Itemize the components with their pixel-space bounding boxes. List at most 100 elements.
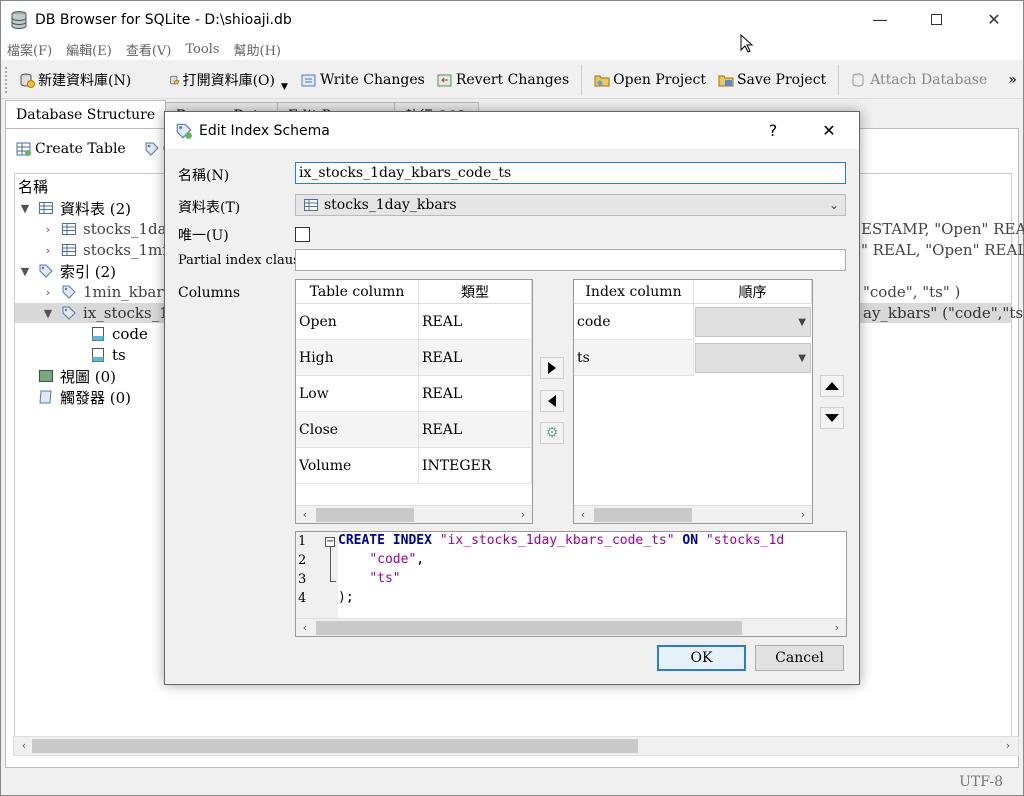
partial-index-input[interactable] — [295, 249, 846, 271]
menu-file[interactable]: 檔案(F) — [7, 40, 52, 59]
revert-changes-button[interactable]: Revert Changes — [431, 65, 575, 95]
table-column-cell[interactable]: Low — [296, 376, 419, 412]
write-changes-button[interactable]: Write Changes — [295, 65, 431, 95]
minimize-button[interactable]: — — [857, 1, 903, 38]
table-icon — [39, 202, 53, 214]
order-select[interactable]: ▼ — [695, 343, 811, 373]
table-column-header[interactable]: Table column — [296, 280, 419, 304]
create-index-icon — [145, 142, 159, 156]
tree-horizontal-scrollbar[interactable]: ‹ › — [13, 736, 1019, 756]
sql-punctuation: ); — [338, 590, 354, 605]
type-cell[interactable]: REAL — [419, 304, 532, 340]
encoding-status: UTF-8 — [959, 774, 1003, 790]
menu-tools[interactable]: Tools — [185, 42, 219, 57]
status-bar: UTF-8 — [1, 769, 1023, 795]
open-project-button[interactable]: Open Project — [588, 65, 712, 95]
index-columns-scrollbar[interactable]: ‹ › — [574, 505, 812, 523]
attach-database-button[interactable]: Attach Database — [845, 65, 993, 95]
scroll-right-icon[interactable]: › — [829, 620, 845, 636]
index-name-input[interactable]: ix_stocks_1day_kbars_code_ts — [295, 162, 846, 184]
type-cell[interactable]: REAL — [419, 412, 532, 448]
move-up-button[interactable] — [820, 375, 844, 397]
table-column-cell[interactable]: Close — [296, 412, 419, 448]
tree-item-field-label: ts — [112, 346, 126, 364]
sql-keyword: INDEX — [392, 533, 432, 548]
chevron-down-icon[interactable]: ▼ — [41, 307, 55, 320]
scroll-left-icon[interactable]: ‹ — [16, 738, 32, 754]
tree-group-tables-label: 資料表 (2) — [60, 199, 132, 218]
cancel-button[interactable]: Cancel — [755, 645, 844, 671]
order-select[interactable]: ▼ — [695, 307, 811, 337]
scroll-right-icon[interactable]: › — [515, 507, 531, 523]
remove-column-button[interactable] — [540, 390, 564, 412]
create-table-label: Create Table — [35, 141, 126, 157]
mouse-cursor-icon — [740, 34, 754, 53]
chevron-down-icon: ⌄ — [828, 198, 839, 212]
scroll-left-icon[interactable]: ‹ — [297, 620, 313, 636]
revert-changes-label: Revert Changes — [455, 71, 570, 88]
line-number: 2 — [298, 553, 307, 568]
chevron-right-icon[interactable]: › — [41, 286, 55, 299]
ok-button[interactable]: OK — [657, 645, 746, 671]
maximize-button[interactable] — [913, 1, 959, 38]
sql-keyword: ON — [682, 533, 699, 548]
table-select[interactable]: stocks_1day_kbars ⌄ — [295, 194, 846, 216]
order-header[interactable]: 順序 — [694, 280, 812, 304]
scrollbar-thumb[interactable] — [316, 621, 742, 635]
index-name-value: ix_stocks_1day_kbars_code_ts — [299, 165, 512, 181]
open-database-dropdown[interactable]: ▼ — [281, 82, 295, 92]
save-project-button[interactable]: Save Project — [712, 65, 832, 95]
create-table-button[interactable]: Create Table — [14, 134, 128, 164]
tab-database-structure[interactable]: Database Structure — [5, 100, 167, 128]
add-expression-button[interactable]: ⚙ — [540, 422, 564, 444]
toolbar-overflow-button[interactable]: » — [1002, 65, 1023, 95]
sql-line-4: ); — [338, 590, 354, 605]
open-database-button[interactable]: 打開資料庫(O) — [163, 65, 281, 95]
dialog-close-button[interactable]: ✕ — [807, 112, 851, 149]
database-icon — [11, 10, 27, 29]
table-column-cell[interactable]: High — [296, 340, 419, 376]
unique-checkbox[interactable] — [295, 227, 310, 242]
chevron-down-icon[interactable]: ▼ — [18, 265, 32, 278]
type-cell[interactable]: INTEGER — [419, 448, 532, 484]
menu-help[interactable]: 幫助(H) — [234, 40, 281, 59]
index-column-cell[interactable]: ts — [574, 340, 694, 376]
scroll-right-icon[interactable]: › — [795, 507, 811, 523]
scroll-left-icon[interactable]: ‹ — [575, 507, 591, 523]
menu-edit[interactable]: 編輯(E) — [66, 40, 112, 59]
chevron-down-icon[interactable]: ▼ — [18, 202, 32, 215]
arrow-down-icon — [825, 414, 839, 422]
scrollbar-thumb[interactable] — [32, 739, 638, 753]
new-database-button[interactable]: 新建資料庫(N) — [13, 65, 163, 95]
table-column-cell[interactable]: Open — [296, 304, 419, 340]
scroll-left-icon[interactable]: ‹ — [297, 507, 313, 523]
sql-preview-editor[interactable]: 1 2 3 4 − CREATE INDEX "ix_stocks_1day_k… — [295, 531, 847, 637]
sql-line-1: CREATE INDEX "ix_stocks_1day_kbars_code_… — [338, 533, 784, 548]
tree-item-table-label: stocks_1day — [83, 220, 176, 238]
type-cell[interactable]: REAL — [419, 376, 532, 412]
sql-keyword: CREATE — [338, 533, 385, 548]
type-header[interactable]: 類型 — [419, 280, 532, 304]
toolbar-grip[interactable] — [5, 66, 9, 93]
add-column-button[interactable] — [540, 357, 564, 379]
create-table-icon — [16, 142, 31, 156]
index-column-cell[interactable]: code — [574, 304, 694, 340]
menu-view[interactable]: 查看(V) — [126, 40, 172, 59]
table-column-cell[interactable]: Volume — [296, 448, 419, 484]
window-close-button[interactable]: ✕ — [971, 1, 1017, 38]
table-columns-scrollbar[interactable]: ‹ › — [296, 505, 532, 523]
chevron-right-icon[interactable]: › — [41, 244, 55, 257]
scroll-right-icon[interactable]: › — [1000, 738, 1016, 754]
sql-editor-scrollbar[interactable]: ‹ › — [296, 618, 846, 636]
help-button[interactable]: ? — [751, 112, 795, 149]
open-project-icon — [594, 75, 610, 86]
type-cell[interactable]: REAL — [419, 340, 532, 376]
table-columns-grid: Table column 類型 Open REAL High REAL Low … — [295, 279, 533, 524]
chevron-right-icon[interactable]: › — [41, 223, 55, 236]
fold-marker-icon[interactable]: − — [325, 537, 335, 547]
tree-header-name: 名稱 — [18, 177, 49, 196]
index-column-header[interactable]: Index column — [574, 280, 694, 304]
scrollbar-thumb[interactable] — [316, 508, 414, 522]
move-down-button[interactable] — [820, 407, 844, 429]
scrollbar-thumb[interactable] — [594, 508, 692, 522]
